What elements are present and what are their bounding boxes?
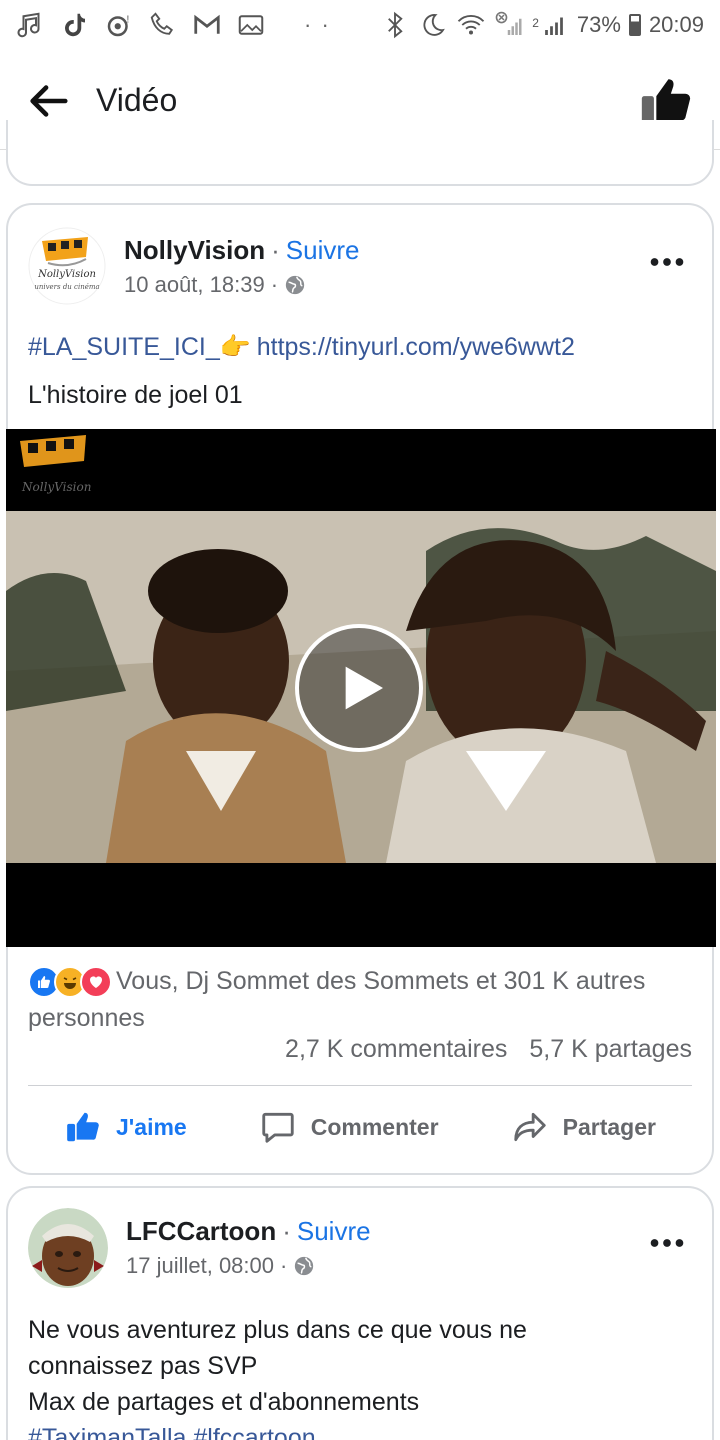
share-label: Partager bbox=[562, 1113, 656, 1140]
pointing-hand-emoji: 👉 bbox=[219, 333, 251, 361]
music-note-icon bbox=[17, 12, 40, 38]
play-button[interactable] bbox=[295, 624, 423, 752]
page-avatar[interactable]: NollyVision univers du cinéma bbox=[28, 227, 106, 305]
do-not-disturb-icon bbox=[423, 14, 446, 36]
love-reaction-icon bbox=[80, 966, 112, 999]
reaction-icons bbox=[28, 966, 112, 999]
comment-button[interactable]: Commenter bbox=[259, 1108, 439, 1146]
podcast-icon: ! bbox=[107, 15, 130, 37]
reactions-summary[interactable]: Vous, Dj Sommet des Sommets et 301 K aut… bbox=[28, 963, 692, 1037]
hashtags-line[interactable]: #TaximanTalla #lfccartoon bbox=[28, 1420, 692, 1440]
share-button[interactable]: Partager bbox=[511, 1108, 656, 1146]
bluetooth-icon bbox=[388, 11, 403, 39]
notification-dots: · · bbox=[304, 12, 331, 37]
avatar-subtitle: univers du cinéma bbox=[34, 283, 100, 291]
battery-percent: 73% bbox=[576, 12, 621, 37]
svg-text:NollyVision: NollyVision bbox=[21, 480, 91, 494]
comments-count[interactable]: 2,7 K commentaires bbox=[285, 1035, 507, 1064]
comment-icon bbox=[262, 1112, 294, 1143]
separator: · bbox=[271, 235, 280, 265]
signal-icon bbox=[545, 17, 563, 35]
clock: 20:09 bbox=[648, 12, 704, 37]
thumbs-up-icon bbox=[67, 1112, 99, 1142]
more-options-icon[interactable] bbox=[642, 247, 692, 277]
page-name[interactable]: LFCCartoon bbox=[126, 1216, 276, 1247]
hashtag-link[interactable]: #LA_SUITE_ICI_ bbox=[28, 333, 220, 361]
post-header: LFCCartoon · Suivre 17 juillet, 08:00 · bbox=[28, 1208, 692, 1288]
globe-icon bbox=[295, 1256, 314, 1276]
shares-count[interactable]: 5,7 K partages bbox=[529, 1035, 692, 1064]
video-player[interactable]: NollyVision bbox=[6, 429, 716, 947]
previous-post-card bbox=[6, 120, 714, 186]
like-label: J'aime bbox=[116, 1113, 187, 1140]
svg-text:!: ! bbox=[127, 15, 130, 26]
share-icon bbox=[513, 1112, 546, 1142]
avatar-brand: NollyVision bbox=[38, 269, 96, 280]
post-date[interactable]: 17 juillet, 08:00 bbox=[126, 1253, 274, 1279]
image-icon bbox=[238, 15, 264, 35]
post-header: NollyVision univers du cinéma NollyVisio… bbox=[28, 227, 692, 307]
url-link[interactable]: https://tinyurl.com/ywe6wwt2 bbox=[257, 333, 575, 361]
back-arrow-icon[interactable] bbox=[24, 77, 72, 125]
status-bar: ! · · 2 73% 20:09 bbox=[0, 0, 720, 50]
follow-button[interactable]: Suivre bbox=[286, 235, 360, 266]
post-caption: L'histoire de joel 01 bbox=[28, 381, 243, 409]
post-date[interactable]: 10 août, 18:39 bbox=[124, 272, 265, 298]
post-line: Ne vous aventurez plus dans ce que vous … bbox=[28, 1316, 527, 1344]
globe-icon bbox=[285, 275, 305, 295]
battery-icon bbox=[628, 14, 641, 36]
divider bbox=[28, 1085, 692, 1086]
post-actions: J'aime Commenter Partager bbox=[8, 1097, 712, 1157]
more-options-icon[interactable] bbox=[642, 1228, 692, 1258]
meta-separator: · bbox=[270, 272, 279, 297]
comment-label: Commenter bbox=[310, 1113, 439, 1140]
play-icon bbox=[345, 666, 383, 710]
signal-off-icon bbox=[495, 11, 522, 35]
post-card: LFCCartoon · Suivre 17 juillet, 08:00 · … bbox=[6, 1186, 714, 1440]
post-link-line: #LA_SUITE_ICI_👉 https://tinyurl.com/ywe6… bbox=[28, 329, 692, 365]
page-title: Vidéo bbox=[96, 82, 178, 118]
phone-call-icon bbox=[150, 12, 174, 35]
watermark-logo: NollyVision bbox=[20, 435, 91, 494]
gmail-icon bbox=[194, 14, 220, 34]
like-button[interactable]: J'aime bbox=[64, 1108, 187, 1146]
network-tag: 2 bbox=[532, 16, 539, 30]
wifi-icon bbox=[458, 15, 485, 35]
meta-separator: · bbox=[280, 1253, 288, 1278]
reactions-text: Vous, Dj Sommet des Sommets et 301 K aut… bbox=[28, 967, 646, 1032]
post-line: connaissez pas SVP bbox=[28, 1352, 258, 1380]
engagement-counts: 2,7 K commentaires 5,7 K partages bbox=[285, 1035, 692, 1064]
post-card: NollyVision univers du cinéma NollyVisio… bbox=[6, 203, 716, 1175]
tiktok-icon bbox=[65, 13, 85, 37]
page-name[interactable]: NollyVision bbox=[124, 235, 265, 266]
page-avatar[interactable] bbox=[28, 1208, 108, 1288]
separator: · bbox=[282, 1216, 291, 1246]
post-line: Max de partages et d'abonnements bbox=[28, 1388, 420, 1416]
follow-button[interactable]: Suivre bbox=[297, 1216, 371, 1247]
post-body: Ne vous aventurez plus dans ce que vous … bbox=[28, 1312, 692, 1440]
